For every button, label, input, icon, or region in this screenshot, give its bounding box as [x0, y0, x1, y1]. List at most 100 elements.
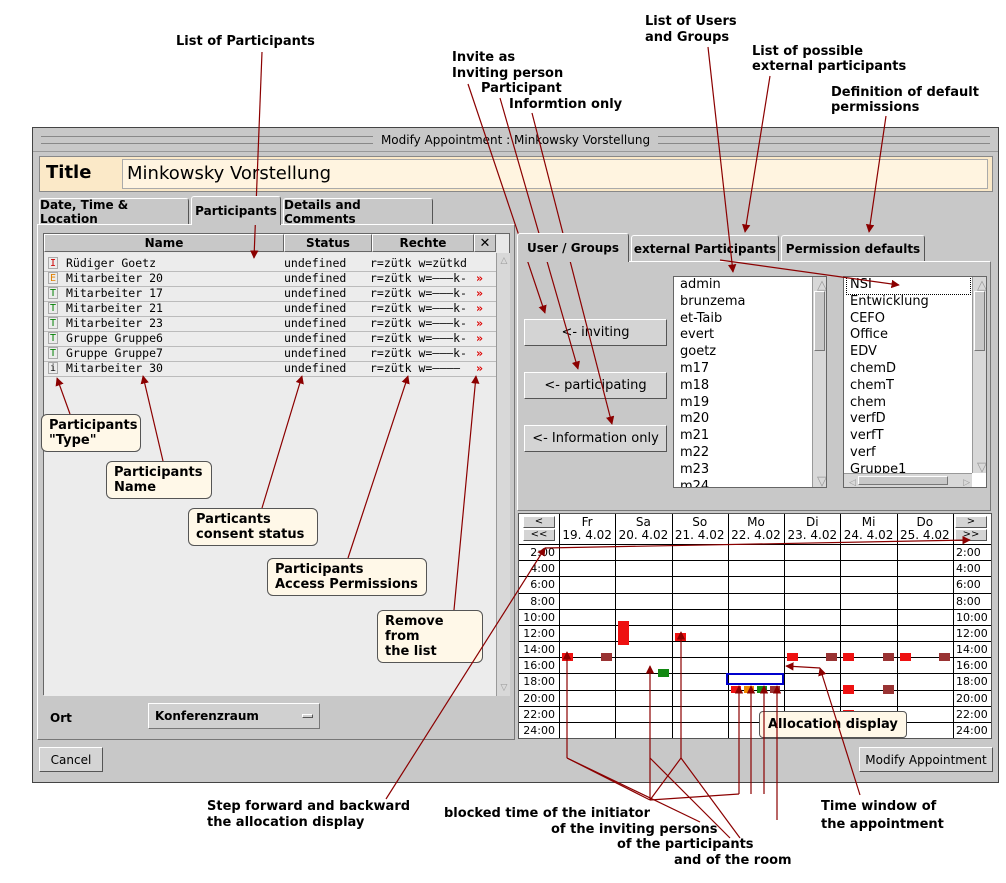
group-list-item[interactable]: chemD [847, 361, 970, 378]
user-list-item[interactable]: m24 [677, 479, 810, 487]
blocked-time-initiator [674, 632, 686, 641]
time-label: 6:00 [530, 578, 555, 592]
day-name: Mo [747, 515, 765, 529]
annotation-access-2: Access Permissions [275, 577, 418, 592]
invite-participating-button[interactable]: <- participating [524, 372, 667, 399]
annotation-information-only: Informtion only [509, 97, 623, 112]
group-list-item[interactable]: Office [847, 327, 970, 344]
time-label: 18:00 [523, 675, 555, 689]
participant-rights: r=zütk w=———k- [370, 316, 467, 330]
annotation-timewin-2: the appointment [821, 817, 944, 832]
time-label-right: 8:00 [956, 594, 981, 608]
step-back-button[interactable]: < [523, 516, 555, 528]
ort-select[interactable]: Konferenzraum [148, 703, 320, 729]
scroll-down-icon[interactable]: ▽ [814, 474, 826, 487]
tab-permission-defaults[interactable]: Permission defaults [781, 235, 925, 261]
annotation-type-1: Participants [49, 418, 138, 433]
remove-participant-icon[interactable]: » [476, 271, 483, 286]
modify-appointment-button[interactable]: Modify Appointment [859, 747, 993, 772]
tab-date-time-location[interactable]: Date, Time & Location [39, 198, 189, 226]
group-list-item[interactable]: verf [847, 445, 970, 462]
user-list-item[interactable]: m21 [677, 428, 810, 445]
cancel-button[interactable]: Cancel [39, 747, 103, 772]
group-list-item[interactable]: Entwicklung [847, 294, 970, 311]
table-row[interactable]: I Rüdiger Goetz undefined r=zütk w=zütkd [44, 256, 496, 272]
column-status[interactable]: Status [284, 234, 372, 252]
user-list-item[interactable]: m19 [677, 395, 810, 412]
groups-hscrollbar[interactable]: ◁ ▷ [844, 473, 972, 487]
participant-status: undefined [284, 301, 347, 315]
column-remove-icon[interactable]: ✕ [474, 234, 496, 252]
user-list-item[interactable]: brunzema [677, 294, 810, 311]
table-row[interactable]: T Gruppe Gruppe7 undefined r=zütk w=———k- » [44, 346, 496, 362]
table-row[interactable]: T Mitarbeiter 17 undefined r=zütk w=———k- » [44, 286, 496, 302]
participant-name: Gruppe Gruppe7 [66, 346, 163, 360]
group-list-item[interactable]: EDV [847, 344, 970, 361]
user-list-item[interactable]: evert [677, 327, 810, 344]
table-row[interactable]: E Mitarbeiter 20 undefined r=zütk w=———k- » [44, 271, 496, 287]
table-row[interactable]: T Mitarbeiter 23 undefined r=zütk w=———k- » [44, 316, 496, 332]
scroll-up-icon[interactable]: △ [974, 278, 986, 293]
invite-information-button[interactable]: <- Information only [524, 425, 667, 452]
time-label: 24:00 [523, 723, 555, 737]
title-input[interactable]: Minkowsky Vorstellung [122, 159, 988, 189]
remove-participant-icon[interactable]: » [476, 316, 483, 331]
user-list-item[interactable]: m23 [677, 462, 810, 479]
column-rechte[interactable]: Rechte [372, 234, 474, 252]
participants-scrollbar[interactable]: △ ▽ [496, 253, 510, 696]
remove-participant-icon[interactable]: » [476, 286, 483, 301]
header-divider [519, 544, 991, 545]
annotation-list-participants: List of Participants [176, 34, 315, 49]
scroll-up-icon[interactable]: △ [498, 255, 510, 267]
remove-participant-icon[interactable]: » [476, 301, 483, 316]
user-list-item[interactable]: admin [677, 277, 810, 294]
annotation-participant: Participant [481, 81, 562, 96]
table-row[interactable]: T Mitarbeiter 21 undefined r=zütk w=———k- » [44, 301, 496, 317]
tab-user-groups[interactable]: User / Groups [517, 233, 629, 262]
step-back-fast-button[interactable]: << [523, 529, 555, 541]
scroll-left-icon[interactable]: ◁ [846, 475, 856, 487]
remove-participant-icon[interactable]: » [476, 346, 483, 361]
groups-list[interactable]: NSI Entwicklung CEFO Office EDV chemD chemT che… [843, 276, 987, 488]
group-list-item[interactable]: verfT [847, 428, 970, 445]
group-list-item[interactable]: chemT [847, 378, 970, 395]
scroll-right-icon[interactable]: ▷ [960, 475, 970, 487]
time-label-right: 4:00 [956, 562, 981, 576]
user-list-item[interactable]: m17 [677, 361, 810, 378]
scroll-down-icon[interactable]: ▽ [974, 460, 986, 475]
groups-hscroll-thumb[interactable] [858, 476, 948, 485]
user-list-item[interactable]: m20 [677, 411, 810, 428]
ort-value: Konferenzraum [155, 709, 259, 723]
table-row[interactable]: T Gruppe Gruppe6 undefined r=zütk w=———k- » [44, 331, 496, 347]
user-list-item[interactable]: m22 [677, 445, 810, 462]
tab-details-comments[interactable]: Details and Comments [283, 198, 433, 226]
remove-participant-icon[interactable]: » [476, 361, 483, 376]
column-name[interactable]: Name [44, 234, 284, 252]
user-list-item[interactable]: m18 [677, 378, 810, 395]
users-scroll-thumb[interactable] [814, 291, 825, 351]
groups-scrollbar[interactable]: △ ▽ [972, 277, 986, 475]
scroll-down-icon[interactable]: ▽ [498, 682, 510, 694]
tab-participants[interactable]: Participants [191, 196, 281, 225]
users-list[interactable]: admin brunzema et-Taib evert goetz m17 m18 m19 m… [673, 276, 827, 488]
scroll-up-icon[interactable]: △ [814, 278, 826, 293]
participant-name: Gruppe Gruppe6 [66, 331, 163, 345]
tab-external-participants[interactable]: external Participants [631, 235, 779, 261]
annotation-step-2: the allocation display [207, 815, 365, 830]
window-titlebar[interactable]: Modify Appointment : Minkowsky Vorstellu… [33, 128, 998, 152]
step-forward-fast-button[interactable]: >> [955, 529, 987, 541]
day-gridline [727, 514, 729, 738]
remove-participant-icon[interactable]: » [476, 331, 483, 346]
day-name: Do [916, 515, 934, 529]
group-list-item[interactable]: chem [847, 395, 970, 412]
group-list-item[interactable]: NSI [846, 277, 971, 295]
step-forward-button[interactable]: > [955, 516, 987, 528]
table-row[interactable]: i Mitarbeiter 30 undefined r=zütk w=———— » [44, 361, 496, 377]
users-scrollbar[interactable]: △ ▽ [812, 277, 826, 487]
group-list-item[interactable]: verfD [847, 411, 970, 428]
user-list-item[interactable]: et-Taib [677, 311, 810, 328]
invite-inviting-button[interactable]: <- inviting [524, 319, 667, 346]
group-list-item[interactable]: CEFO [847, 311, 970, 328]
user-list-item[interactable]: goetz [677, 344, 810, 361]
groups-scroll-thumb[interactable] [974, 291, 985, 351]
